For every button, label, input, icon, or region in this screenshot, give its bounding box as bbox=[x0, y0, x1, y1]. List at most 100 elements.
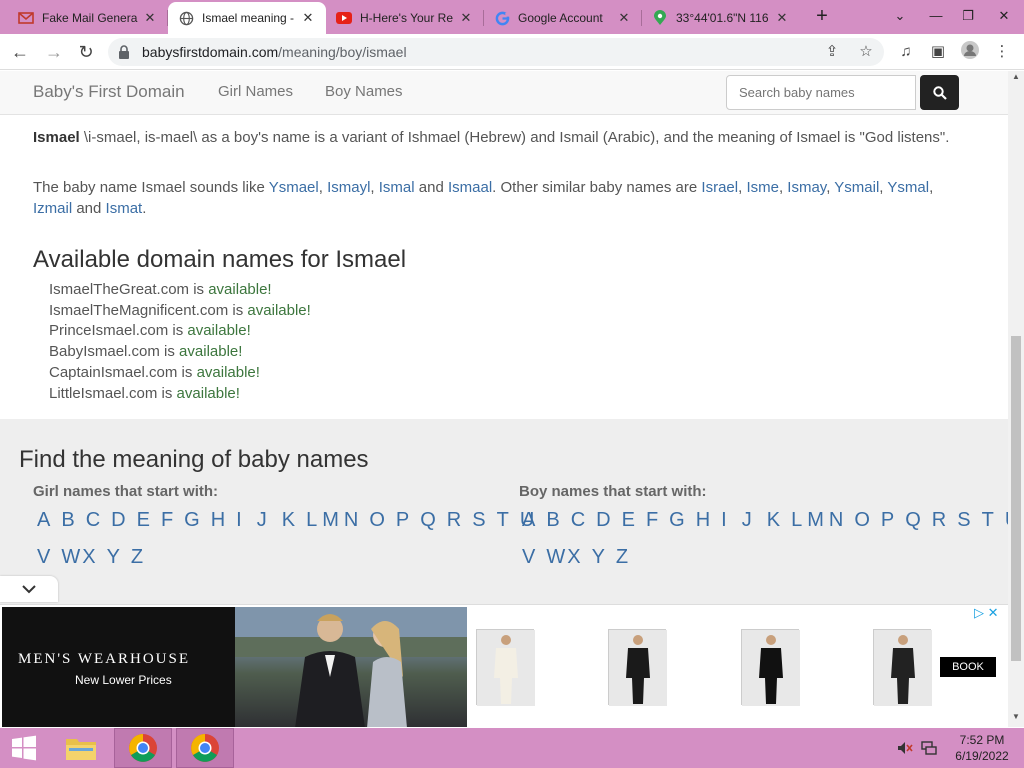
letter-link-k[interactable]: K bbox=[282, 509, 295, 532]
letter-link-j[interactable]: J bbox=[742, 509, 752, 532]
letter-link-v[interactable]: V bbox=[37, 546, 50, 569]
tab-fake-mail[interactable]: Fake Mail Genera ✕ bbox=[8, 2, 168, 34]
chrome-taskbar-button[interactable] bbox=[114, 728, 172, 768]
letter-link-o[interactable]: O bbox=[369, 509, 385, 532]
availability-link[interactable]: available! bbox=[177, 385, 240, 402]
scrollbar-thumb[interactable] bbox=[1011, 336, 1021, 661]
side-panel-icon[interactable]: ▣ bbox=[926, 40, 950, 64]
close-icon[interactable]: ✕ bbox=[300, 10, 316, 26]
ad-book-button[interactable]: BOOK bbox=[940, 657, 996, 677]
availability-link[interactable]: available! bbox=[179, 343, 242, 360]
letter-link-y[interactable]: Y bbox=[107, 546, 120, 569]
letter-link-o[interactable]: O bbox=[854, 509, 870, 532]
profile-avatar-icon[interactable] bbox=[958, 40, 982, 64]
adchoices-icon[interactable]: ▷ ✕ bbox=[974, 605, 999, 621]
letter-link-q[interactable]: Q bbox=[420, 509, 436, 532]
minimize-button[interactable]: — bbox=[918, 0, 954, 34]
tab-google-account[interactable]: Google Account ✕ bbox=[484, 2, 642, 34]
letter-link-e[interactable]: E bbox=[137, 509, 150, 532]
ad-suit-thumbnail[interactable] bbox=[741, 629, 800, 706]
letter-link-f[interactable]: F bbox=[646, 509, 658, 532]
close-icon[interactable]: ✕ bbox=[142, 10, 158, 26]
tab-ismael-meaning[interactable]: Ismael meaning - ✕ bbox=[168, 2, 326, 34]
letter-link-i[interactable]: I bbox=[236, 509, 242, 532]
volume-muted-icon[interactable] bbox=[894, 728, 916, 768]
letter-link-e[interactable]: E bbox=[622, 509, 635, 532]
letter-link-a[interactable]: A bbox=[522, 509, 535, 532]
nav-boy-names[interactable]: Boy Names bbox=[325, 83, 403, 100]
ad-suit-thumbnail[interactable] bbox=[476, 629, 535, 706]
letter-link-c[interactable]: C bbox=[571, 509, 585, 532]
letter-link-y[interactable]: Y bbox=[592, 546, 605, 569]
letter-link-v[interactable]: V bbox=[522, 546, 535, 569]
tab-maps[interactable]: 33°44'01.6"N 116 ✕ bbox=[642, 2, 800, 34]
letter-link-s[interactable]: S bbox=[957, 509, 970, 532]
name-link[interactable]: Ysmal bbox=[887, 179, 929, 196]
letter-link-l[interactable]: L bbox=[791, 509, 802, 532]
availability-link[interactable]: available! bbox=[208, 281, 271, 298]
share-icon[interactable]: ⇪ bbox=[822, 42, 842, 62]
letter-link-n[interactable]: N bbox=[829, 509, 843, 532]
name-link[interactable]: Israel bbox=[701, 179, 738, 196]
letter-link-b[interactable]: B bbox=[546, 509, 559, 532]
letter-link-j[interactable]: J bbox=[257, 509, 267, 532]
forward-button[interactable]: → bbox=[42, 40, 66, 64]
letter-link-m[interactable]: M bbox=[807, 509, 824, 532]
letter-link-w[interactable]: W bbox=[61, 546, 80, 569]
name-link[interactable]: Ismay bbox=[787, 179, 826, 196]
close-window-button[interactable]: ✕ bbox=[986, 0, 1022, 34]
reload-button[interactable]: ↻ bbox=[74, 40, 98, 64]
letter-link-g[interactable]: G bbox=[669, 509, 685, 532]
letter-link-b[interactable]: B bbox=[61, 509, 74, 532]
letter-link-c[interactable]: C bbox=[86, 509, 100, 532]
start-button[interactable] bbox=[0, 728, 48, 768]
more-menu-icon[interactable]: ⋮ bbox=[990, 40, 1014, 64]
search-button[interactable] bbox=[920, 75, 959, 110]
letter-link-f[interactable]: F bbox=[161, 509, 173, 532]
letter-link-p[interactable]: P bbox=[396, 509, 409, 532]
letter-link-h[interactable]: H bbox=[211, 509, 225, 532]
availability-link[interactable]: available! bbox=[197, 364, 260, 381]
scroll-up-arrow-icon[interactable]: ▲ bbox=[1008, 72, 1024, 86]
url-field[interactable]: babysfirstdomain.com/meaning/boy/ismael … bbox=[108, 38, 884, 66]
letter-link-n[interactable]: N bbox=[344, 509, 358, 532]
letter-link-x[interactable]: X bbox=[82, 546, 95, 569]
nav-girl-names[interactable]: Girl Names bbox=[218, 83, 293, 100]
letter-link-l[interactable]: L bbox=[306, 509, 317, 532]
bookmark-star-icon[interactable]: ☆ bbox=[856, 42, 876, 62]
letter-link-i[interactable]: I bbox=[721, 509, 727, 532]
back-button[interactable]: ← bbox=[8, 40, 32, 64]
new-tab-button[interactable]: + bbox=[812, 6, 832, 26]
advertisement-banner[interactable]: MEN'S WEARHOUSE New Lower Prices BOOK ▷ … bbox=[0, 604, 1008, 727]
ad-suit-thumbnail[interactable] bbox=[608, 629, 667, 706]
tab-search-icon[interactable]: ⌄ bbox=[882, 0, 918, 34]
media-control-icon[interactable]: ♫ bbox=[894, 40, 918, 64]
letter-link-r[interactable]: R bbox=[932, 509, 946, 532]
letter-link-z[interactable]: Z bbox=[616, 546, 628, 569]
letter-link-d[interactable]: D bbox=[111, 509, 125, 532]
close-icon[interactable]: ✕ bbox=[616, 10, 632, 26]
chrome-taskbar-button-2[interactable] bbox=[176, 728, 234, 768]
letter-link-m[interactable]: M bbox=[322, 509, 339, 532]
tab-youtube[interactable]: H-Here's Your Re ✕ bbox=[326, 2, 484, 34]
letter-link-z[interactable]: Z bbox=[131, 546, 143, 569]
name-link[interactable]: Ismayl bbox=[327, 179, 370, 196]
name-link[interactable]: Ysmail bbox=[834, 179, 879, 196]
network-icon[interactable] bbox=[918, 728, 940, 768]
site-brand-link[interactable]: Baby's First Domain bbox=[33, 82, 185, 102]
close-icon[interactable]: ✕ bbox=[458, 10, 474, 26]
name-link[interactable]: Ismaal bbox=[448, 179, 492, 196]
letter-link-q[interactable]: Q bbox=[905, 509, 921, 532]
name-link[interactable]: Ysmael bbox=[269, 179, 319, 196]
name-link[interactable]: Izmail bbox=[33, 200, 72, 217]
letter-link-d[interactable]: D bbox=[596, 509, 610, 532]
letter-link-w[interactable]: W bbox=[546, 546, 565, 569]
name-link[interactable]: Ismal bbox=[379, 179, 415, 196]
letter-link-t[interactable]: T bbox=[497, 509, 509, 532]
letter-link-p[interactable]: P bbox=[881, 509, 894, 532]
availability-link[interactable]: available! bbox=[247, 302, 310, 319]
ad-suit-thumbnail[interactable] bbox=[873, 629, 932, 706]
letter-link-s[interactable]: S bbox=[472, 509, 485, 532]
letter-link-x[interactable]: X bbox=[567, 546, 580, 569]
name-link[interactable]: Ismat bbox=[106, 200, 143, 217]
